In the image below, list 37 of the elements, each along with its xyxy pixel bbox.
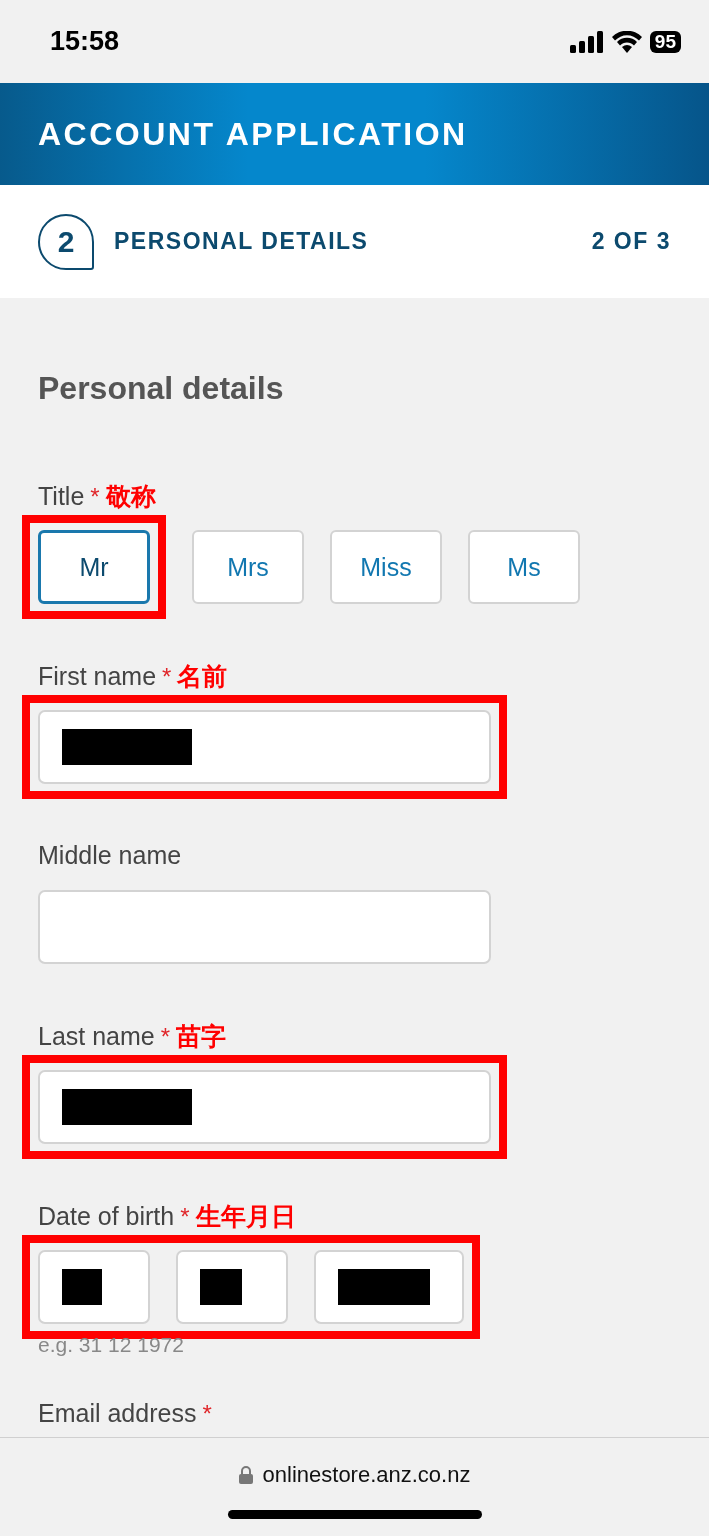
annotation-note: 生年月日 <box>195 1201 296 1232</box>
annotation-note: 苗字 <box>176 1021 227 1052</box>
hint-text: e.g. 31 12 1972 <box>38 1333 185 1357</box>
required-mark: * <box>202 1400 212 1428</box>
field-label: Date of birth <box>38 1201 175 1231</box>
step-count: 2 OF 3 <box>591 228 671 255</box>
input-field[interactable] <box>38 710 491 784</box>
battery-level: 95 <box>649 30 681 53</box>
field-label: Last name <box>38 1021 155 1051</box>
field-label: First name <box>38 661 157 691</box>
required-mark: * <box>180 1203 190 1231</box>
field-label: Title <box>38 481 85 511</box>
date-field[interactable] <box>38 1250 150 1324</box>
annotation-note: 名前 <box>177 661 228 692</box>
required-mark: * <box>162 663 172 691</box>
required-mark: * <box>90 483 100 511</box>
page-header: ACCOUNT APPLICATION <box>0 83 709 185</box>
date-field[interactable] <box>176 1250 288 1324</box>
step-number: 2 <box>38 213 94 270</box>
title-option[interactable]: Ms <box>468 530 580 604</box>
status-time: 15:58 <box>50 26 120 57</box>
required-mark: * <box>160 1023 171 1051</box>
date-field[interactable] <box>314 1250 464 1324</box>
title-option[interactable]: Miss <box>330 530 442 604</box>
title-option[interactable]: Mr <box>38 530 150 604</box>
step-title: PERSONAL DETAILS <box>114 228 370 255</box>
field-label: Email address <box>38 1398 197 1428</box>
wifi-icon <box>611 30 642 53</box>
input-field[interactable] <box>38 890 491 964</box>
annotation-note: 敬称 <box>105 481 156 512</box>
signal-icon <box>569 30 604 53</box>
input-field[interactable] <box>38 1070 491 1144</box>
field-label: Middle name <box>38 840 182 870</box>
url-text[interactable]: onlinestore.anz.co.nz <box>262 1462 471 1488</box>
title-option[interactable]: Mrs <box>192 530 304 604</box>
lock-icon <box>238 1466 253 1484</box>
section-title: Personal details <box>38 369 285 408</box>
